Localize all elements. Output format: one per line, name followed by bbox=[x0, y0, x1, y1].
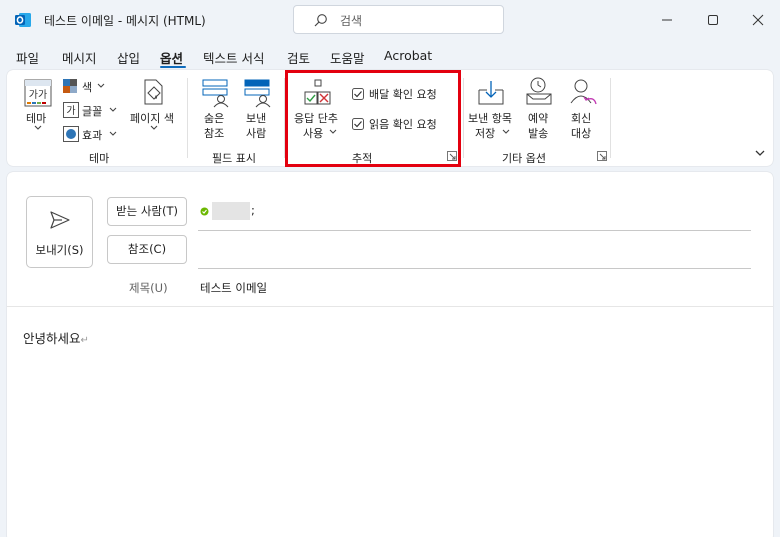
more-options-dialog-launcher-icon[interactable] bbox=[597, 151, 607, 161]
tracking-highlight-box bbox=[285, 70, 461, 167]
ribbon-separator bbox=[610, 78, 611, 158]
page-color-label: 페이지 색 bbox=[130, 112, 174, 125]
tab-format-text[interactable]: 텍스트 서식 bbox=[203, 48, 264, 67]
save-sent-label-line1: 보낸 항목 bbox=[468, 112, 512, 125]
page-color-icon bbox=[144, 79, 163, 105]
effects-label: 효과 bbox=[82, 129, 103, 142]
themes-group-label: 테마 bbox=[89, 152, 110, 165]
ribbon-collapse-chevron-icon[interactable] bbox=[755, 149, 765, 157]
theme-icon-text: 가가 bbox=[29, 89, 47, 101]
active-tab-indicator bbox=[160, 66, 186, 68]
outlook-app-icon bbox=[15, 13, 31, 27]
tab-file[interactable]: 파일 bbox=[16, 48, 39, 67]
minimize-icon bbox=[662, 19, 672, 21]
tab-message[interactable]: 메시지 bbox=[62, 48, 97, 67]
minimize-button[interactable] bbox=[652, 6, 682, 34]
to-button[interactable]: 받는 사람(T) bbox=[107, 197, 187, 226]
paragraph-mark-icon: ↵ bbox=[80, 335, 89, 346]
message-body[interactable]: 안녕하세요↵ bbox=[23, 328, 89, 347]
window-title: 테스트 이메일 - 메시지 (HTML) bbox=[44, 14, 206, 28]
cc-field[interactable] bbox=[198, 238, 751, 266]
delay-label-line1: 예약 bbox=[528, 112, 549, 125]
cc-field-underline bbox=[198, 268, 751, 269]
bcc-icon bbox=[202, 79, 229, 108]
ribbon-separator bbox=[463, 78, 464, 158]
search-placeholder: 검색 bbox=[340, 14, 363, 28]
reply-to-label-line1: 회신 bbox=[571, 112, 592, 125]
title-bar: 테스트 이메일 - 메시지 (HTML) 검색 bbox=[0, 0, 780, 40]
tab-review[interactable]: 검토 bbox=[287, 48, 310, 67]
chevron-down-icon bbox=[109, 131, 117, 136]
ribbon-separator bbox=[187, 78, 188, 158]
close-icon bbox=[752, 14, 764, 26]
search-input[interactable]: 검색 bbox=[293, 5, 504, 34]
maximize-button[interactable] bbox=[698, 6, 728, 34]
send-icon bbox=[50, 211, 70, 229]
delay-delivery-icon bbox=[526, 77, 552, 105]
fonts-icon: 가 bbox=[63, 102, 79, 118]
themes-label: 테마 bbox=[26, 112, 47, 125]
bcc-label-line2: 참조 bbox=[204, 127, 225, 140]
search-icon bbox=[314, 14, 327, 27]
subject-label: 제목(U) bbox=[129, 281, 168, 295]
from-label-line2: 사람 bbox=[246, 127, 267, 140]
delay-label-line2: 발송 bbox=[528, 127, 549, 140]
to-field-underline bbox=[198, 230, 751, 231]
more-options-group-label: 기타 옵션 bbox=[502, 152, 546, 165]
show-fields-group-label: 필드 표시 bbox=[212, 152, 256, 165]
send-button[interactable]: 보내기(S) bbox=[26, 196, 93, 268]
tab-acrobat[interactable]: Acrobat bbox=[384, 48, 432, 63]
from-label-line1: 보낸 bbox=[246, 112, 267, 125]
chevron-down-icon bbox=[34, 125, 42, 130]
compose-divider bbox=[7, 306, 773, 307]
fonts-icon-text: 가 bbox=[66, 105, 75, 117]
tab-insert[interactable]: 삽입 bbox=[117, 48, 140, 67]
tab-help[interactable]: 도움말 bbox=[330, 48, 365, 67]
fonts-label: 글꼴 bbox=[82, 105, 103, 118]
chevron-down-icon bbox=[150, 125, 158, 130]
from-icon bbox=[244, 79, 271, 108]
direct-replies-icon bbox=[570, 79, 597, 105]
presence-available-icon bbox=[200, 207, 209, 216]
tab-options[interactable]: 옵션 bbox=[160, 48, 183, 67]
close-button[interactable] bbox=[743, 6, 773, 34]
chevron-down-icon bbox=[502, 129, 510, 134]
chevron-down-icon bbox=[109, 107, 117, 112]
maximize-icon bbox=[708, 15, 718, 25]
theme-icon: 가가 bbox=[24, 79, 52, 107]
save-sent-item-icon bbox=[478, 81, 504, 105]
cc-button[interactable]: 참조(C) bbox=[107, 235, 187, 264]
colors-icon bbox=[63, 79, 77, 93]
recipient-chip-redacted[interactable] bbox=[212, 202, 250, 220]
ribbon-tabs: 파일 메시지 삽입 옵션 텍스트 서식 검토 도움말 Acrobat bbox=[0, 44, 780, 68]
bcc-label-line1: 숨은 bbox=[204, 112, 225, 125]
save-sent-label-line2: 저장 bbox=[475, 127, 496, 140]
message-body-text: 안녕하세요 bbox=[23, 331, 81, 346]
effects-icon bbox=[63, 126, 79, 142]
send-label: 보내기(S) bbox=[35, 243, 84, 257]
compose-area: 보내기(S) 받는 사람(T) ; 참조(C) 제목(U) 테스트 이메일 안녕… bbox=[7, 172, 773, 537]
subject-field[interactable]: 테스트 이메일 bbox=[200, 280, 267, 296]
chevron-down-icon bbox=[97, 83, 105, 88]
colors-label: 색 bbox=[82, 81, 93, 94]
reply-to-label-line2: 대상 bbox=[571, 127, 592, 140]
recipient-separator: ; bbox=[251, 203, 255, 217]
